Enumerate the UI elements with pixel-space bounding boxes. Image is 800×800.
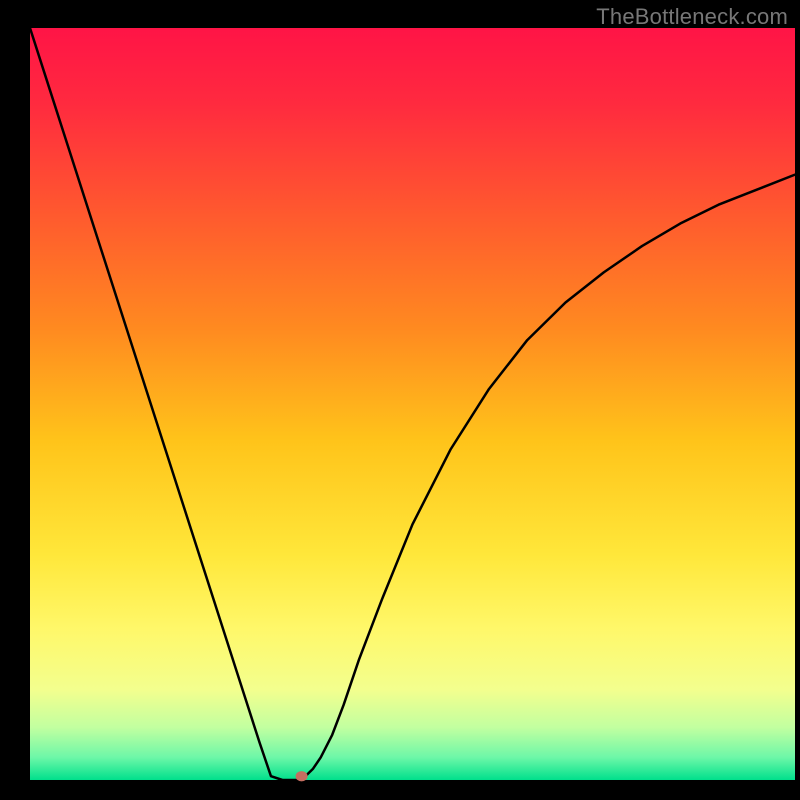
plot-background <box>30 28 795 780</box>
chart-container: TheBottleneck.com <box>0 0 800 800</box>
bottleneck-chart <box>0 0 800 800</box>
marker-dot <box>296 771 308 781</box>
watermark-text: TheBottleneck.com <box>596 4 788 30</box>
